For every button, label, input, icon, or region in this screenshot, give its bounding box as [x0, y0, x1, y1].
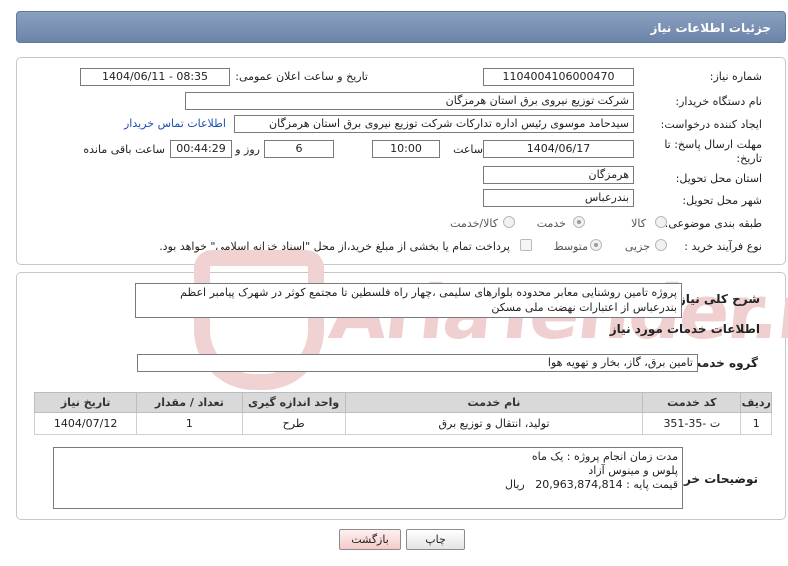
- back-button[interactable]: بازگشت: [339, 529, 401, 550]
- cell-date: 1404/07/12: [33, 412, 138, 435]
- requester-field[interactable]: سیدحامد موسوی رئیس اداره تدارکات شرکت تو…: [234, 115, 634, 133]
- deadline-label: مهلت ارسال پاسخ: تا تاریخ:: [664, 138, 762, 166]
- service-group-field[interactable]: تامین برق، گاز، بخار و تهویه هوا: [137, 354, 698, 372]
- base-price-unit: ریال: [504, 478, 525, 491]
- province-field[interactable]: هرمزگان: [483, 166, 634, 184]
- description-box[interactable]: پروژه تامین روشنایی معابر محدوده بلوارها…: [135, 283, 682, 318]
- need-number-field[interactable]: 1104004106000470: [483, 68, 634, 86]
- deadline-label-line1: مهلت ارسال پاسخ: تا: [664, 138, 762, 151]
- city-field[interactable]: بندرعباس: [483, 189, 634, 207]
- deadline-time-label: ساعت: [453, 143, 483, 156]
- description-label: شرح کلی نیاز:: [674, 292, 760, 306]
- deadline-date-field[interactable]: 1404/06/17: [483, 140, 634, 158]
- city-label: شهر محل تحویل:: [682, 194, 762, 207]
- description-line2: بندرعباس از اعتبارات نهضت ملی مسکن: [491, 301, 677, 314]
- col-date: تاریخ نیاز: [33, 392, 138, 413]
- col-unit: واحد اندازه گیری: [241, 392, 346, 413]
- remaining-time-field[interactable]: 00:44:29: [170, 140, 232, 158]
- description-line1: پروژه تامین روشنایی معابر محدوده بلوارها…: [180, 286, 677, 299]
- announce-date-label: تاریخ و ساعت اعلان عمومی:: [235, 70, 368, 83]
- table-row[interactable]: 1 ت -35-351 تولید، انتقال و توزیع برق طر…: [33, 412, 772, 435]
- days-remaining-field[interactable]: 6: [264, 140, 334, 158]
- purchase-radio-medium[interactable]: [590, 239, 602, 251]
- page-header: جزئیات اطلاعات نیاز: [16, 11, 786, 43]
- purchase-radio-minor[interactable]: [655, 239, 667, 251]
- category-radio-goods[interactable]: [655, 216, 667, 228]
- category-option-goods-service: کالا/خدمت: [450, 217, 498, 230]
- services-section-title: اطلاعات خدمات مورد نیاز: [609, 322, 760, 336]
- buyer-notes-line3: قیمت پایه : 20,963,874,814 ریال: [58, 478, 678, 492]
- buyer-notes-line2: پلوس و مینوس آزاد: [588, 464, 678, 477]
- treasury-payment-checkbox[interactable]: [520, 239, 532, 251]
- purchase-type-label: نوع فرآیند خرید :: [684, 240, 762, 253]
- cell-qty: 1: [136, 412, 243, 435]
- requester-label: ایجاد کننده درخواست:: [660, 118, 762, 131]
- cell-code: ت -35-351: [642, 412, 742, 435]
- category-radio-service[interactable]: [573, 216, 585, 228]
- services-table: ردیف کد خدمت نام خدمت واحد اندازه گیری ت…: [33, 392, 772, 435]
- announce-date-field[interactable]: 1404/06/11 - 08:35: [80, 68, 230, 86]
- category-option-service: خدمت: [536, 217, 566, 230]
- col-row: ردیف: [740, 392, 772, 413]
- cell-row: 1: [740, 412, 772, 435]
- buyer-notes-box[interactable]: مدت زمان انجام پروژه : یک ماه پلوس و مین…: [53, 447, 683, 509]
- category-radio-goods-service[interactable]: [503, 216, 515, 228]
- remaining-time-label: ساعت باقی مانده: [83, 143, 165, 156]
- buyer-org-field[interactable]: شرکت توزیع نیروی برق استان هرمزگان: [185, 92, 634, 110]
- deadline-time-field[interactable]: 10:00: [372, 140, 440, 158]
- days-label: روز و: [235, 143, 260, 156]
- purchase-option-medium: متوسط: [553, 240, 588, 253]
- col-qty: تعداد / مقدار: [136, 392, 243, 413]
- col-code: کد خدمت: [642, 392, 742, 413]
- purchase-option-minor: جزیی: [624, 240, 650, 253]
- category-option-goods: کالا: [631, 217, 646, 230]
- page-title: جزئیات اطلاعات نیاز: [650, 21, 771, 35]
- buyer-org-label: نام دستگاه خریدار:: [675, 95, 762, 108]
- province-label: استان محل تحویل:: [675, 172, 762, 185]
- services-table-header: ردیف کد خدمت نام خدمت واحد اندازه گیری ت…: [33, 392, 772, 413]
- deadline-label-line2: تاریخ:: [736, 152, 762, 165]
- print-button[interactable]: چاپ: [406, 529, 465, 550]
- need-number-label: شماره نیاز:: [709, 70, 762, 83]
- buyer-notes-line1: مدت زمان انجام پروژه : یک ماه: [531, 450, 678, 463]
- base-price-amount: 20,963,874,814: [535, 478, 623, 491]
- base-price-prefix: قیمت پایه :: [622, 478, 678, 491]
- cell-unit: طرح: [241, 412, 346, 435]
- category-label: طبقه بندی موضوعی:: [664, 217, 762, 230]
- buyer-contact-link[interactable]: اطلاعات تماس خریدار: [124, 117, 226, 130]
- cell-name: تولید، انتقال و توزیع برق: [344, 412, 644, 435]
- col-name: نام خدمت: [344, 392, 644, 413]
